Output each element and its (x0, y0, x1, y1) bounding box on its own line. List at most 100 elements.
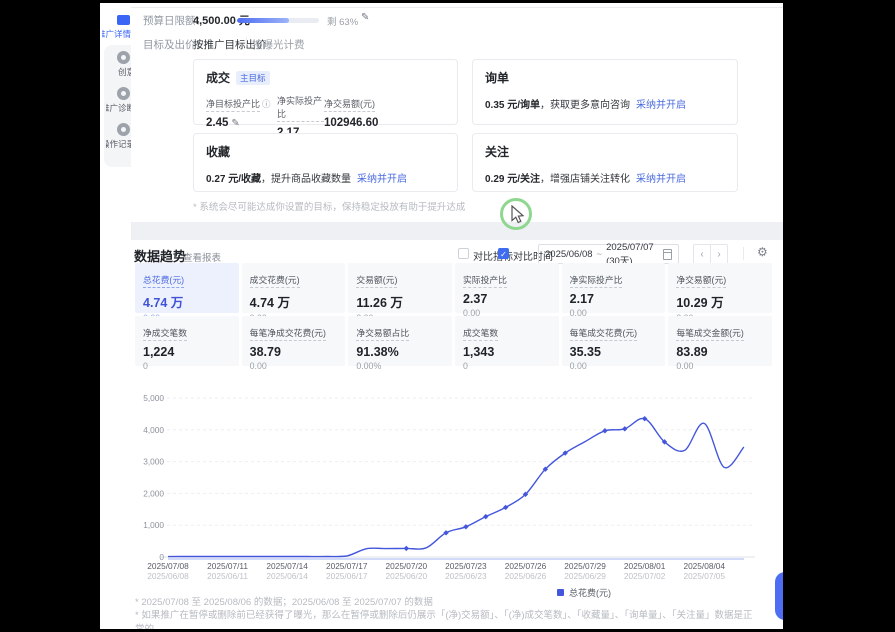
metric-compare-value: 0.00% (356, 361, 444, 371)
metric-card[interactable]: 每笔成交花费(元)35.350.00 (562, 316, 666, 366)
metric-card[interactable]: 净交易额(元)10.29 万0.00 (668, 263, 772, 313)
prev-period-button[interactable]: ‹ (694, 245, 710, 263)
metric-label: 每笔净成交花费(元) (250, 326, 326, 341)
budget-progress-bar (237, 18, 319, 23)
campaign-settings-panel: 预算日限额： 4,500.00 元 剩 63% ✎ 目标及出价： 按推广目标出价… (131, 0, 783, 222)
sidebar-item-history[interactable]: 操作记录 (104, 123, 132, 150)
svg-text:2025/07/08: 2025/07/08 (147, 561, 189, 571)
goal-card-desc: 0.35 元/询单，获取更多意向咨询采纳并开启 (485, 96, 737, 111)
metric-card[interactable]: 总花费(元)4.74 万0.00 (135, 263, 239, 313)
metric-card[interactable]: 每笔成交金额(元)83.890.00 (668, 316, 772, 366)
budget-edit-icon[interactable]: ✎ (361, 12, 369, 23)
metric-cards: 总花费(元)4.74 万0.00成交花费(元)4.74 万0.00交易额(元)1… (135, 263, 772, 366)
metric-compare-value: 0 (463, 361, 551, 371)
metric-card[interactable]: 净实际投产比2.170.00 (562, 263, 666, 313)
goal-card-deal: 成交主目标净目标投产比ⓘ2.45✎净实际投产比2.17净交易额(元)102946… (193, 59, 458, 125)
goal-card-inquiry: 询单 0.35 元/询单，获取更多意向咨询采纳并开启 (472, 59, 738, 125)
adopt-and-enable-link[interactable]: 采纳并开启 (636, 174, 686, 185)
metric-value: 35.35 (570, 345, 658, 359)
metric-card[interactable]: 每笔净成交花费(元)38.790.00 (242, 316, 346, 366)
goal-desc-text: ，提升商品收藏数量 (261, 174, 351, 185)
svg-text:2025/07/17: 2025/07/17 (326, 561, 368, 571)
svg-text:2025/06/08: 2025/06/08 (147, 571, 189, 581)
svg-text:2025/06/26: 2025/06/26 (505, 571, 547, 581)
app-window: 推广详情创意推广诊断操作记录 预算日限额： 4,500.00 元 剩 63% ✎… (0, 0, 895, 632)
svg-text:2025/06/11: 2025/06/11 (207, 571, 248, 581)
compare-time-checkbox[interactable]: ✓ (498, 248, 509, 259)
svg-text:2025/08/01: 2025/08/01 (624, 561, 666, 571)
tab-bid-by-impression[interactable]: 按曝光计费 (252, 37, 305, 52)
detail-icon (117, 15, 130, 25)
stat-value-text: 2.45 (206, 117, 228, 129)
metric-value: 1,224 (143, 345, 231, 359)
metric-label: 每笔成交金额(元) (676, 326, 743, 341)
metric-label: 每笔成交花费(元) (570, 326, 637, 341)
metric-label: 净成交笔数 (143, 326, 187, 341)
metric-card[interactable]: 交易额(元)11.26 万0.00 (348, 263, 452, 313)
adopt-and-enable-link[interactable]: 采纳并开启 (357, 174, 407, 185)
svg-text:2025/07/26: 2025/07/26 (505, 561, 547, 571)
legend-label: 总花费(元) (569, 586, 611, 599)
sidebar-item-detail[interactable]: 推广详情 (100, 15, 131, 40)
date-range-picker[interactable]: 2025/06/08 ~ 2025/07/07 (30天) (538, 244, 679, 264)
metric-value: 2.37 (463, 292, 551, 306)
metric-value: 11.26 万 (356, 292, 444, 311)
budget-progress-fill (237, 18, 289, 23)
compare-metric-checkbox[interactable] (458, 248, 469, 259)
metric-card[interactable]: 成交笔数1,3430 (455, 316, 559, 366)
goal-card-title: 关注 (485, 143, 509, 160)
goal-price: 0.27 元/收藏 (206, 174, 261, 185)
metric-compare-value: 0.00 (676, 361, 764, 371)
svg-text:2025/06/29: 2025/06/29 (564, 571, 606, 581)
metric-value: 38.79 (250, 345, 338, 359)
goal-card-title: 成交 (206, 69, 230, 86)
svg-text:2025/07/23: 2025/07/23 (445, 561, 487, 571)
svg-text:2025/08/04: 2025/08/04 (683, 561, 725, 571)
metric-card[interactable]: 净成交笔数1,2240 (135, 316, 239, 366)
stat-value-text: 102946.60 (324, 117, 378, 129)
svg-text:1,000: 1,000 (143, 520, 164, 530)
trend-footnote-1: * 2025/07/08 至 2025/08/06 的数据；2025/06/08… (135, 594, 433, 608)
metric-label: 成交笔数 (463, 326, 498, 341)
date-range-start: 2025/06/08 (545, 249, 593, 260)
svg-text:2025/07/29: 2025/07/29 (564, 561, 606, 571)
stat-label: 净交易额(元) (324, 97, 375, 112)
metric-card[interactable]: 净交易额占比91.38%0.00% (348, 316, 452, 366)
metric-card[interactable]: 成交花费(元)4.74 万0.00 (242, 263, 346, 313)
metric-compare-value: 0.00 (570, 361, 658, 371)
metric-label: 净交易额占比 (356, 326, 409, 341)
goal-card-follow: 关注 0.29 元/关注，增强店铺关注转化采纳并开启 (472, 133, 738, 192)
view-report-link[interactable]: 查看报表 (183, 250, 221, 264)
sidebar-item-diagnosis[interactable]: 推广诊断 (104, 87, 132, 114)
goal-card-desc: 0.29 元/关注，增强店铺关注转化采纳并开启 (485, 170, 737, 185)
svg-text:2025/07/05: 2025/07/05 (683, 571, 725, 581)
divider (131, 7, 783, 8)
metric-card[interactable]: 实际投产比2.370.00 (455, 263, 559, 313)
stat-value: 102946.60 (324, 117, 457, 129)
screen-mask-right (783, 0, 895, 632)
svg-text:4,000: 4,000 (143, 425, 164, 435)
metric-label: 总花费(元) (143, 273, 184, 288)
mouse-cursor (511, 205, 525, 229)
metric-compare-value: 0.00 (250, 361, 338, 371)
edit-icon[interactable]: ✎ (231, 118, 239, 129)
date-nav: ‹ › (693, 244, 728, 264)
svg-text:2025/06/23: 2025/06/23 (445, 571, 487, 581)
metric-label: 净交易额(元) (676, 273, 726, 288)
svg-text:5,000: 5,000 (143, 393, 164, 403)
adopt-and-enable-link[interactable]: 采纳并开启 (636, 100, 686, 111)
sidebar-item-label: 推广详情 (102, 28, 131, 40)
metric-label: 交易额(元) (356, 273, 397, 288)
metric-value: 4.74 万 (143, 292, 231, 311)
goal-card-title: 询单 (485, 69, 509, 86)
sidebar-item-creative[interactable]: 创意 (104, 51, 132, 78)
divider (743, 247, 744, 260)
metric-compare-value: 0 (143, 361, 231, 371)
gear-icon[interactable]: ⚙ (757, 245, 768, 259)
floating-widget-button[interactable] (775, 572, 783, 620)
next-period-button[interactable]: › (710, 245, 727, 263)
budget-remaining: 剩 63% (327, 14, 358, 28)
main-content: 预算日限额： 4,500.00 元 剩 63% ✎ 目标及出价： 按推广目标出价… (131, 0, 783, 632)
info-icon: ⓘ (262, 99, 271, 109)
left-sidebar: 推广详情创意推广诊断操作记录 (100, 0, 132, 632)
